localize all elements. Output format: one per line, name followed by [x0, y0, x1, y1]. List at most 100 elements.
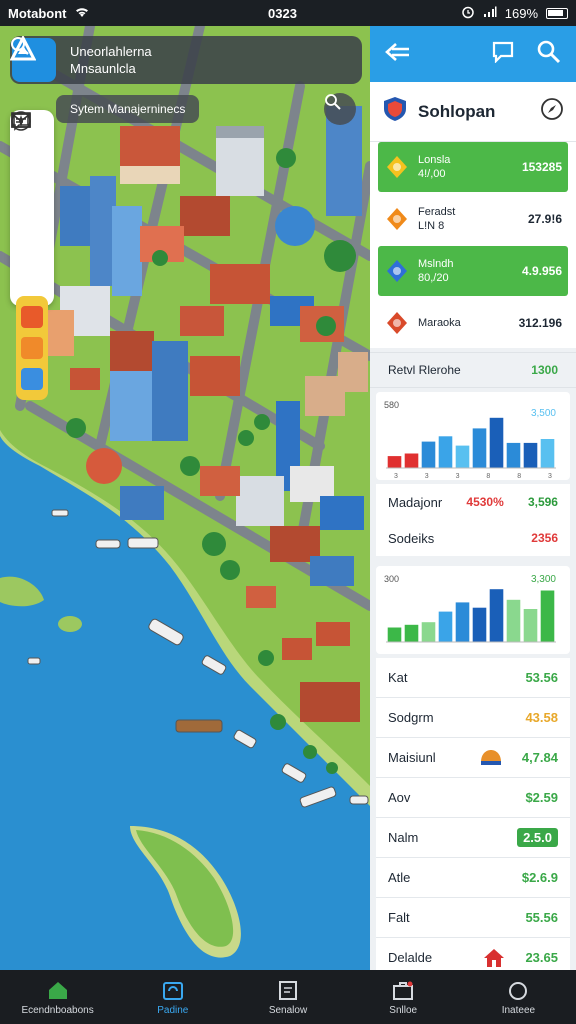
- resource-value: 312.196: [518, 316, 562, 330]
- metric-value-1-alt: 3,596: [527, 495, 558, 509]
- metric-row-1: Madajonr 4530% 3,596: [376, 484, 570, 520]
- nav-item[interactable]: Ecendnboabons: [0, 970, 115, 1024]
- compass-icon[interactable]: [11, 111, 47, 201]
- map-canvas: [0, 26, 370, 958]
- nav-label: Padine: [157, 1004, 189, 1016]
- document-icon: [276, 979, 300, 1001]
- nav-item[interactable]: Inateee: [461, 970, 576, 1024]
- metric-value-2: 2356: [531, 531, 558, 545]
- stat-value: 53.56: [525, 670, 558, 685]
- bar: [455, 445, 470, 468]
- bar: [404, 453, 419, 468]
- sub-search-bar: Sytem Manajerninecs: [56, 93, 366, 125]
- stats-list: Kat 53.56 Sodgrm 43.58 Maisiunl 4,7.84 Aov $2.5…: [376, 658, 570, 970]
- stat-row[interactable]: Sodgrm 43.58: [376, 698, 570, 738]
- gem-icon: [384, 206, 410, 232]
- panel-title: Sohlopan: [418, 101, 496, 121]
- clock: 0323: [268, 5, 297, 21]
- chart1-top-right-label: 3,500: [530, 408, 556, 419]
- chat-icon[interactable]: [13, 113, 47, 291]
- bar: [489, 589, 504, 642]
- stat-row[interactable]: Kat 53.56: [376, 658, 570, 698]
- resource-name-line2: 80,/20: [418, 272, 449, 284]
- shield-emblem-icon: [382, 95, 408, 128]
- stat-value: 2.5.0: [517, 828, 558, 847]
- metric-label-2: Sodeiks: [388, 530, 435, 546]
- stat-label: Nalm: [388, 830, 419, 845]
- bar-chart-2: 300 3,300: [376, 566, 570, 654]
- bar: [438, 611, 453, 642]
- bar: [523, 442, 538, 468]
- tick-label: 8: [517, 473, 521, 480]
- stat-row[interactable]: Maisiunl 4,7.84: [376, 738, 570, 778]
- stat-row[interactable]: Delalde 23.65: [376, 938, 570, 970]
- search-title[interactable]: Uneorlahlerna Mnsaunlcla: [70, 43, 322, 77]
- mail-icon[interactable]: [11, 112, 47, 246]
- stat-label: Atle: [388, 870, 411, 885]
- back-arrow-icon[interactable]: [384, 41, 412, 68]
- nav-item[interactable]: Senalow: [230, 970, 345, 1024]
- resource-row[interactable]: Lonsla 4!/,00 153285: [378, 142, 568, 192]
- speech-bubble-icon[interactable]: [490, 39, 516, 70]
- tick-label: 3: [456, 473, 460, 480]
- stat-value: 55.56: [525, 910, 558, 925]
- nav-label: Snlloe: [389, 1004, 418, 1016]
- signal-icon: [483, 6, 497, 21]
- menu-action-icon[interactable]: [21, 367, 43, 390]
- stat-row[interactable]: Falt 55.56: [376, 898, 570, 938]
- resource-row[interactable]: Maraoka 312.196: [378, 298, 568, 348]
- wifi-icon: [74, 6, 90, 21]
- battery-label: 169%: [504, 5, 538, 21]
- panel-search-icon[interactable]: [536, 39, 562, 70]
- map-search-card[interactable]: Uneorlahlerna Mnsaunlcla: [10, 36, 362, 84]
- map-search-icon[interactable]: [324, 93, 356, 125]
- stat-row[interactable]: Aov $2.59: [376, 778, 570, 818]
- resource-value: 153285: [521, 160, 562, 174]
- nav-item[interactable]: Padine: [115, 970, 230, 1024]
- resource-name-line1: Lonsla: [418, 154, 451, 166]
- bar: [455, 602, 470, 642]
- resource-row[interactable]: Mslndh 80,/20 4.9.956: [378, 246, 568, 296]
- resource-name: Mslndh 80,/20: [418, 257, 522, 285]
- storage-action-icon[interactable]: [21, 336, 43, 359]
- resource-value: 4.9.956: [521, 264, 562, 278]
- section-header: Retvl Rlerohe 1300: [370, 352, 576, 388]
- resource-list: Lonsla 4!/,00 153285 Feradst L!N 8 27.9!6 Msln…: [370, 142, 576, 348]
- bar: [387, 456, 402, 468]
- chart2-top-left-label: 300: [384, 574, 400, 584]
- resource-name: Lonsla 4!/,00: [418, 153, 522, 181]
- metric-label-1: Madajonr: [388, 494, 443, 510]
- bar: [421, 622, 436, 642]
- bar: [506, 599, 521, 642]
- alert-action-icon[interactable]: [21, 306, 43, 329]
- bar: [387, 627, 402, 642]
- tick-label: 8: [486, 473, 490, 480]
- status-bar: Motabont 0323 169%: [0, 0, 576, 26]
- stat-value: $2.6.9: [521, 870, 558, 885]
- section-title: Retvl Rlerohe: [388, 363, 461, 377]
- bar: [523, 609, 538, 642]
- kite-icon: [384, 258, 410, 284]
- search-icon[interactable]: [11, 37, 354, 76]
- section-value: 1300: [531, 363, 558, 377]
- panel-title-row: Sohlopan: [370, 82, 576, 142]
- panel-header: [370, 26, 576, 82]
- stat-value: 43.58: [525, 710, 558, 725]
- tick-label: 3: [425, 473, 429, 480]
- stat-row[interactable]: Atle $2.6.9: [376, 858, 570, 898]
- helmet-icon: [478, 746, 504, 770]
- metric-row-2: Sodeiks 2356: [376, 520, 570, 556]
- home-icon: [46, 979, 70, 1001]
- tick-label: 3: [394, 473, 398, 480]
- resource-name: Maraoka: [418, 316, 519, 330]
- stat-row[interactable]: Nalm 2.5.0: [376, 818, 570, 858]
- briefcase-icon: [391, 979, 415, 1001]
- nav-item[interactable]: Snlloe: [346, 970, 461, 1024]
- bar: [404, 624, 419, 642]
- system-management-label[interactable]: Sytem Manajerninecs: [56, 95, 200, 123]
- bar: [472, 607, 487, 642]
- resource-row[interactable]: Feradst L!N 8 27.9!6: [378, 194, 568, 244]
- compass-needle-icon[interactable]: [540, 97, 564, 126]
- city-map[interactable]: Uneorlahlerna Mnsaunlcla Sytem Manajerni…: [0, 26, 370, 970]
- stat-value: 23.65: [525, 950, 558, 965]
